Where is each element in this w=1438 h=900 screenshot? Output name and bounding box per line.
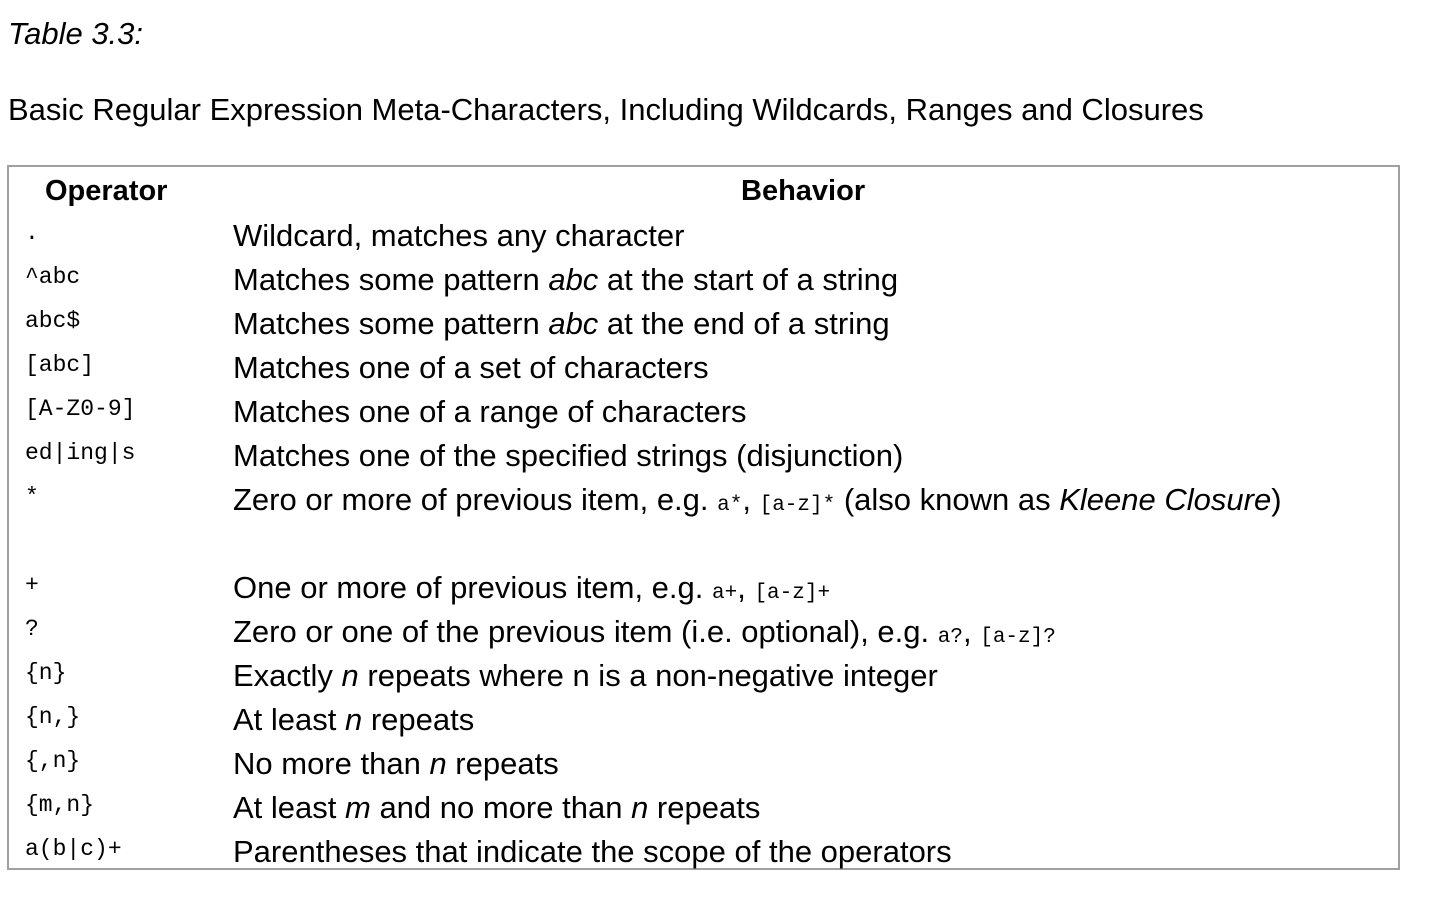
table-row: ? Zero or one of the previous item (i.e. …	[9, 608, 1398, 652]
code-example: [a-z]*	[759, 494, 836, 517]
behavior-text: One or more of previous item, e.g.	[233, 570, 712, 605]
emphasis-text: abc	[548, 306, 599, 341]
operator-cell: +	[25, 572, 39, 598]
emphasis-text: n	[345, 702, 363, 737]
regex-table: Operator Behavior . Wildcard, matches any…	[7, 165, 1400, 870]
behavior-cell: Matches some pattern abc at the start of…	[233, 258, 1333, 302]
behavior-text: repeats	[648, 790, 761, 825]
behavior-text: Exactly	[233, 658, 342, 693]
operator-cell: [abc]	[25, 352, 95, 378]
table-body: . Wildcard, matches any character ^abc Matc…	[9, 212, 1398, 872]
behavior-text: Matches one of a range of characters	[233, 394, 747, 429]
table-row: * Zero or more of previous item, e.g. a*,…	[9, 476, 1398, 564]
operator-cell: {n}	[25, 660, 67, 686]
table-title: Basic Regular Expression Meta-Characters…	[8, 92, 1204, 127]
code-example: a*	[717, 494, 743, 517]
code-example: [a-z]+	[754, 582, 831, 605]
behavior-cell: At least n repeats	[233, 698, 1333, 742]
table-row: . Wildcard, matches any character	[9, 212, 1398, 256]
behavior-text: No more than	[233, 746, 430, 781]
emphasis-text: n	[341, 658, 359, 693]
behavior-text: ,	[742, 482, 760, 517]
behavior-text: At least	[233, 702, 345, 737]
operator-cell: ^abc	[25, 264, 81, 290]
table-row: {n} Exactly n repeats where n is a non-ne…	[9, 652, 1398, 696]
emphasis-text: m	[345, 790, 371, 825]
behavior-cell: Parentheses that indicate the scope of t…	[233, 830, 1333, 874]
behavior-cell: Matches one of the specified strings (di…	[233, 434, 1333, 478]
behavior-text: at the end of a string	[598, 306, 890, 341]
operator-cell: ?	[25, 616, 39, 642]
behavior-text: repeats	[362, 702, 475, 737]
behavior-cell: Wildcard, matches any character	[233, 214, 1333, 258]
behavior-text: Zero or one of the previous item (i.e. o…	[233, 614, 938, 649]
operator-cell: {n,}	[25, 704, 81, 730]
behavior-text: and no more than	[370, 790, 632, 825]
operator-cell: {,n}	[25, 748, 81, 774]
behavior-text: Matches some pattern	[233, 306, 549, 341]
code-example: a+	[712, 582, 738, 605]
table-row: ^abc Matches some pattern abc at the star…	[9, 256, 1398, 300]
behavior-cell: Matches one of a range of characters	[233, 390, 1333, 434]
emphasis-text: abc	[548, 262, 599, 297]
behavior-cell: Zero or more of previous item, e.g. a*, …	[233, 478, 1333, 528]
behavior-cell: No more than n repeats	[233, 742, 1333, 786]
table-row: [abc] Matches one of a set of characters	[9, 344, 1398, 388]
table-row: {,n} No more than n repeats	[9, 740, 1398, 784]
behavior-text: at the start of a string	[598, 262, 899, 297]
behavior-text: repeats	[446, 746, 559, 781]
operator-cell: ed|ing|s	[25, 440, 136, 466]
behavior-text: Parentheses that indicate the scope of t…	[233, 834, 952, 869]
behavior-cell: Matches some pattern abc at the end of a…	[233, 302, 1333, 346]
behavior-text: repeats where n is a non-negative intege…	[358, 658, 938, 693]
behavior-cell: At least m and no more than n repeats	[233, 786, 1333, 830]
operator-cell: a(b|c)+	[25, 836, 122, 862]
behavior-text: )	[1271, 482, 1282, 517]
behavior-text: (also known as	[835, 482, 1060, 517]
operator-cell: *	[25, 484, 39, 510]
table-row: {n,} At least n repeats	[9, 696, 1398, 740]
table-row: ed|ing|s Matches one of the specified str…	[9, 432, 1398, 476]
table-row: abc$ Matches some pattern abc at the end …	[9, 300, 1398, 344]
code-example: a?	[937, 626, 963, 649]
behavior-text: ,	[737, 570, 755, 605]
code-example: [a-z]?	[980, 626, 1056, 649]
behavior-text: Matches one of the specified strings (di…	[233, 438, 904, 473]
behavior-text: Matches some pattern	[233, 262, 549, 297]
column-header-behavior: Behavior	[741, 175, 866, 207]
behavior-cell: Matches one of a set of characters	[233, 346, 1333, 390]
operator-cell: [A-Z0-9]	[25, 396, 136, 422]
table-caption: Table 3.3:	[8, 16, 144, 51]
table-row: + One or more of previous item, e.g. a+, …	[9, 564, 1398, 608]
emphasis-text: n	[429, 746, 447, 781]
operator-cell: .	[25, 220, 39, 246]
behavior-text: Matches one of a set of characters	[233, 350, 709, 385]
emphasis-text: Kleene Closure	[1059, 482, 1272, 517]
table-row: a(b|c)+ Parentheses that indicate the sco…	[9, 828, 1398, 872]
behavior-text: At least	[233, 790, 345, 825]
behavior-cell: Exactly n repeats where n is a non-negat…	[233, 654, 1333, 698]
behavior-text: ,	[962, 614, 981, 649]
behavior-text: Zero or more of previous item, e.g.	[233, 482, 718, 517]
behavior-text: Wildcard, matches any character	[233, 218, 685, 253]
table-row: [A-Z0-9] Matches one of a range of charac…	[9, 388, 1398, 432]
table-row: {m,n} At least m and no more than n repea…	[9, 784, 1398, 828]
column-header-operator: Operator	[45, 175, 168, 207]
emphasis-text: n	[631, 790, 649, 825]
operator-cell: abc$	[25, 308, 81, 334]
operator-cell: {m,n}	[25, 792, 95, 818]
